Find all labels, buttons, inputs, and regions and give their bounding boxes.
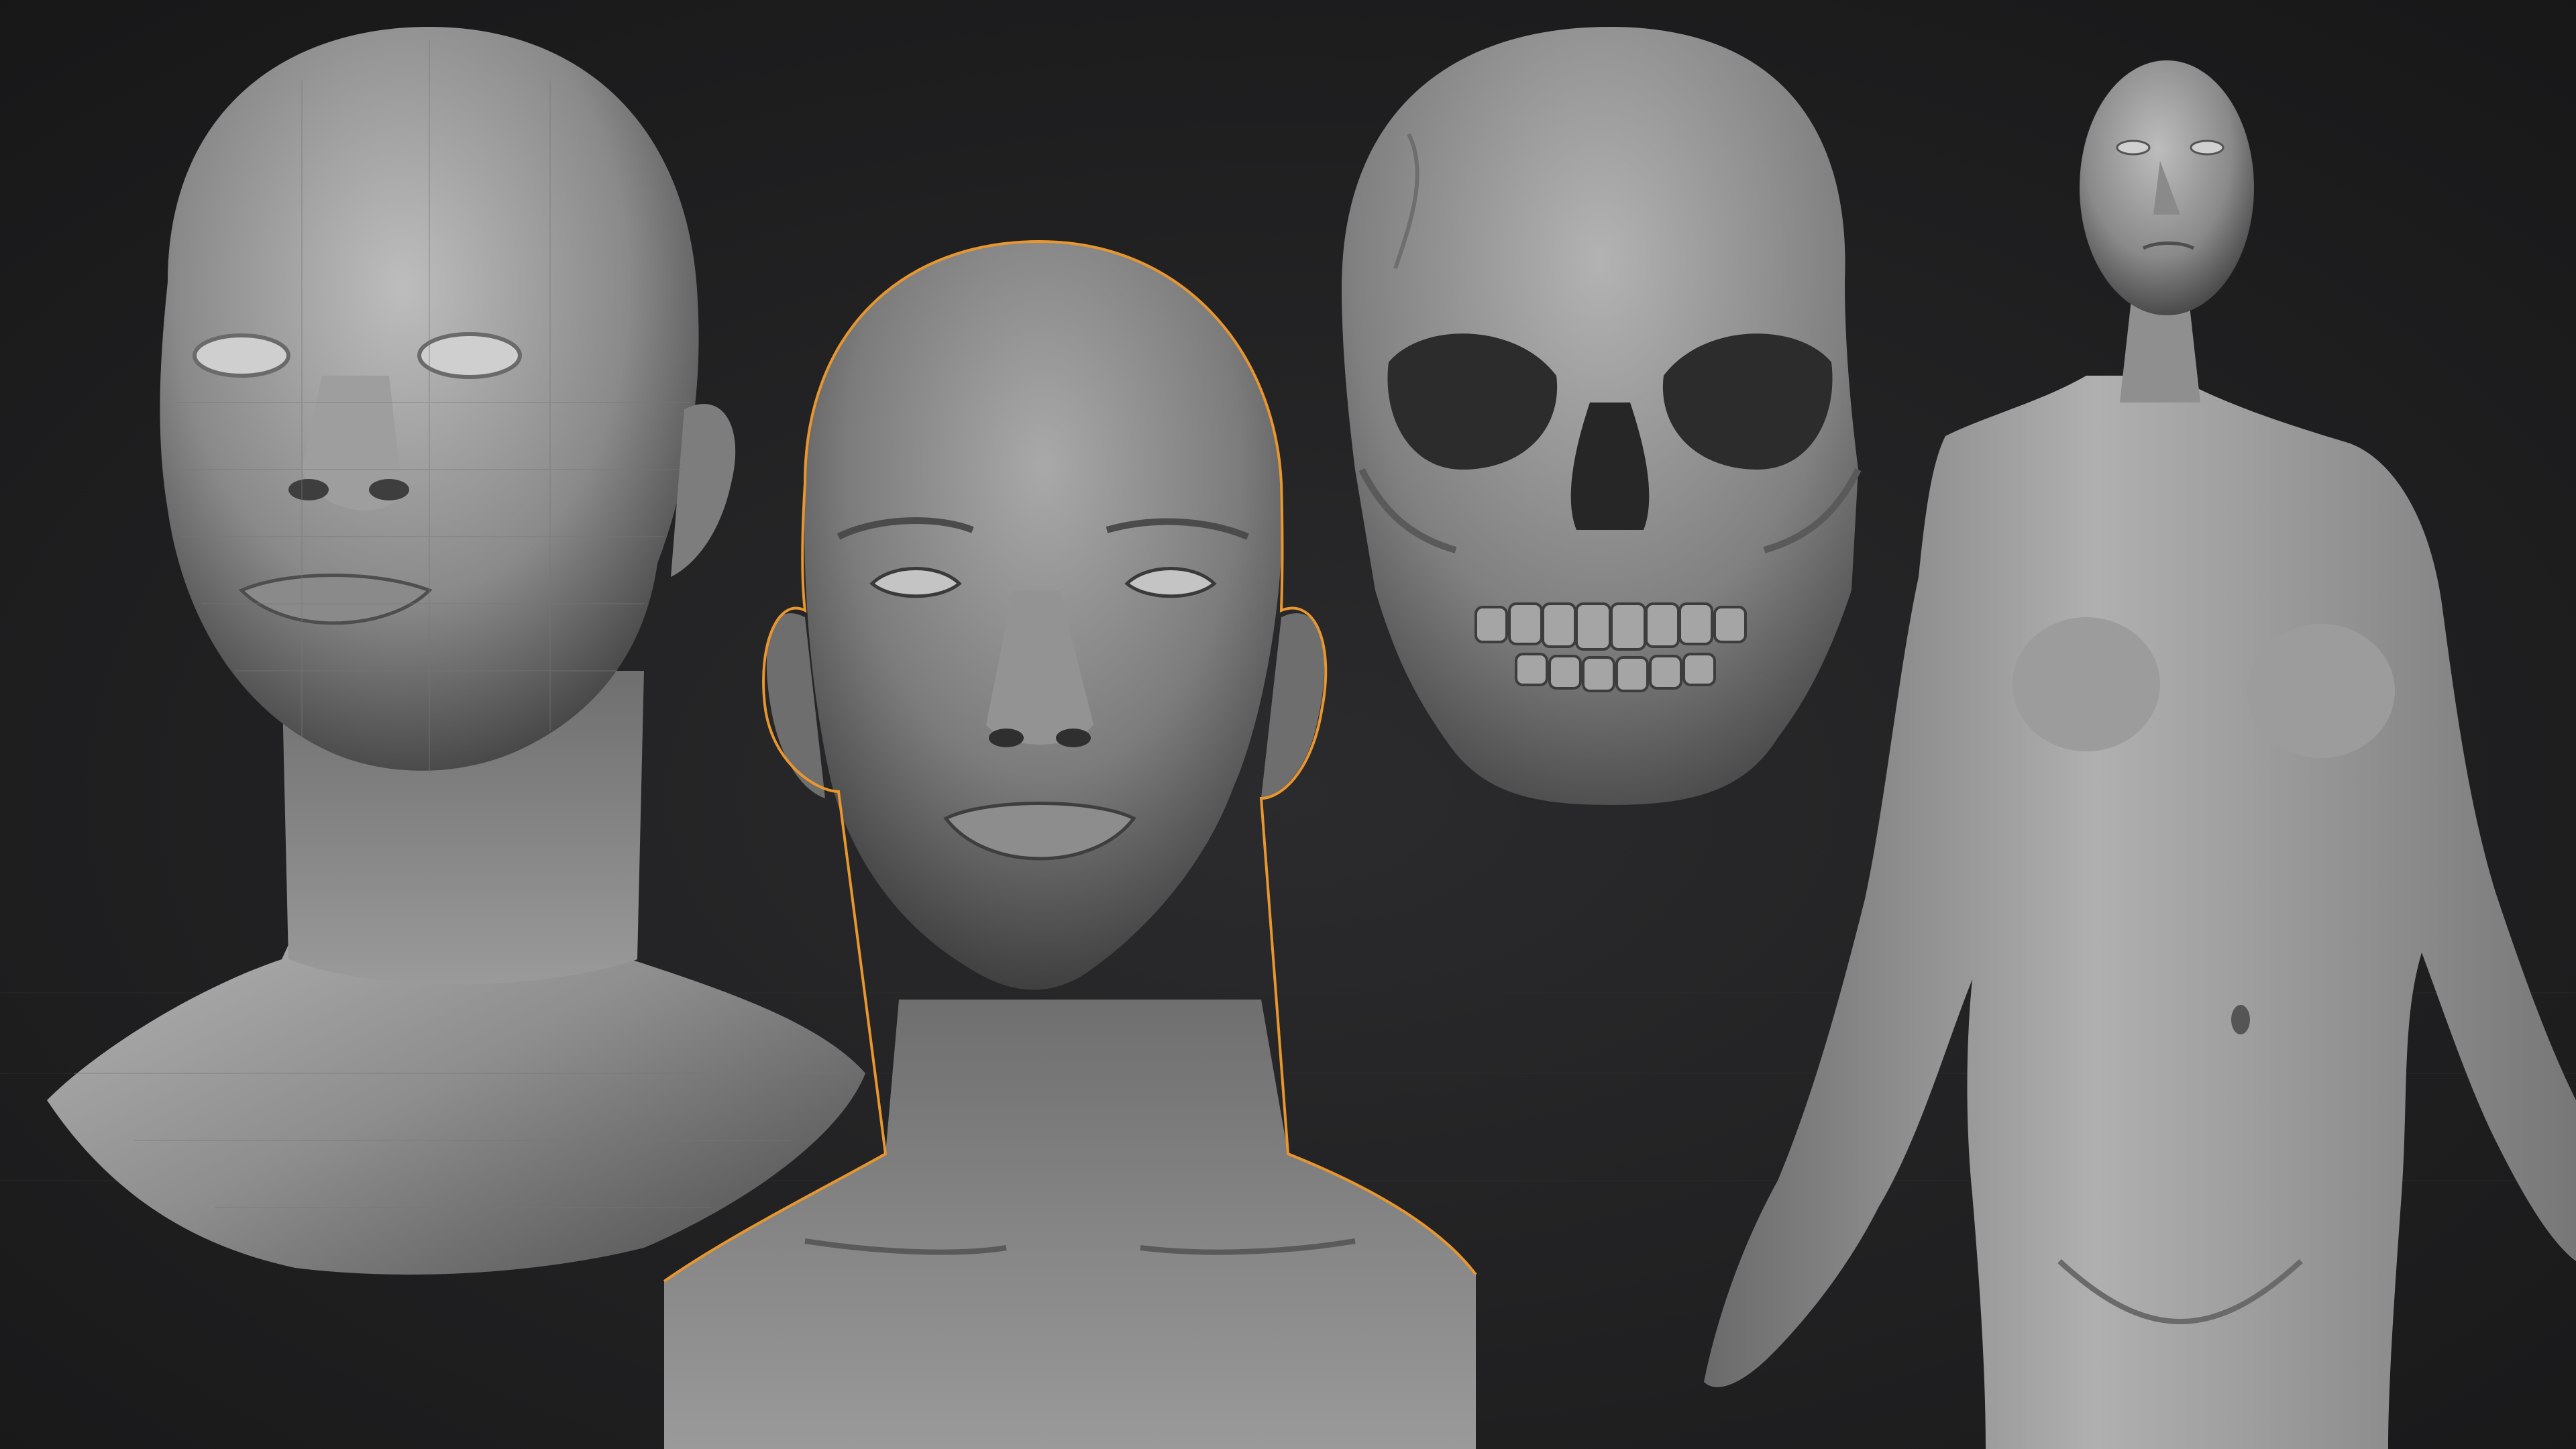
3d-viewport[interactable] [0, 0, 2576, 1449]
female-body-figure[interactable] [0, 0, 2576, 1449]
